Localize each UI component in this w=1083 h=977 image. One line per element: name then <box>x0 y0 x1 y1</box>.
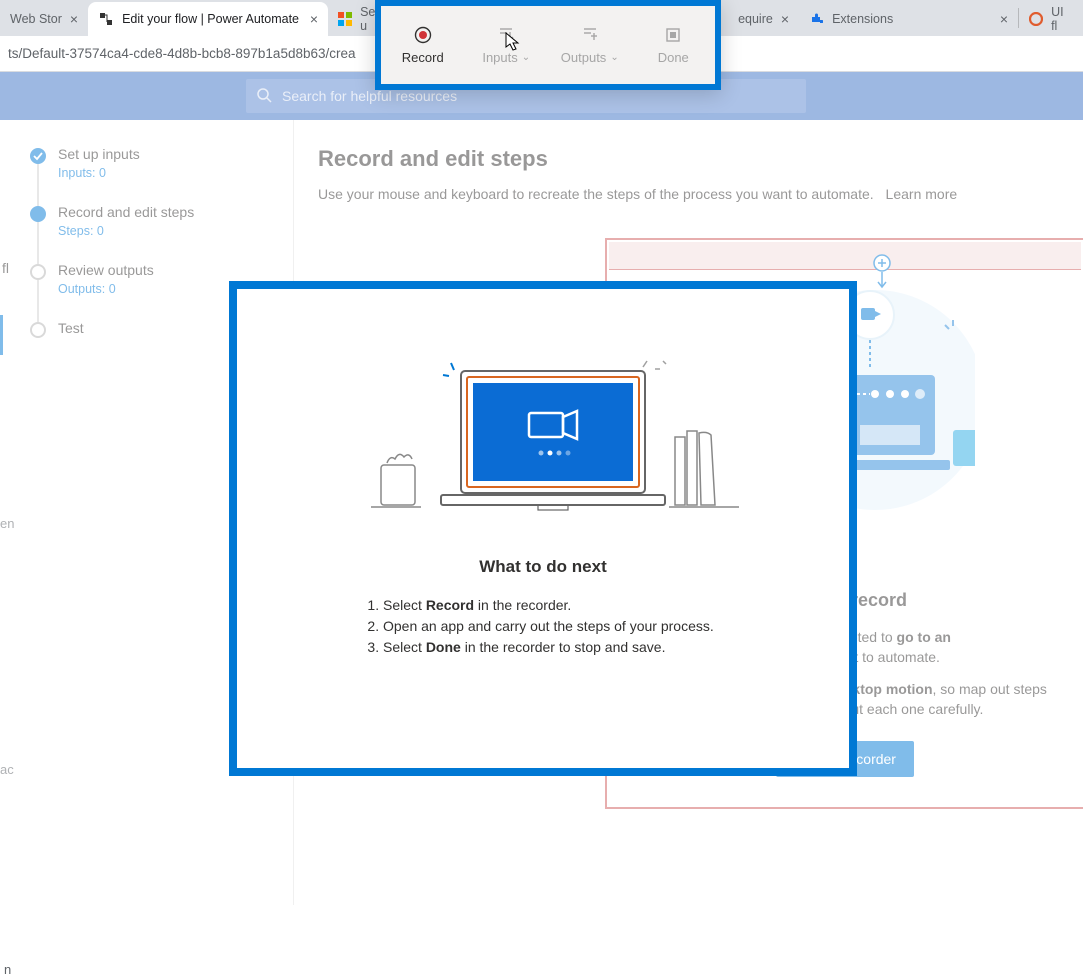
dot-icon <box>30 322 46 338</box>
close-icon[interactable]: × <box>70 11 78 27</box>
search-icon <box>256 87 272 106</box>
record-button[interactable]: Record <box>381 6 465 84</box>
sidebar-nav-clip: en <box>0 516 14 531</box>
tab-label: equire <box>738 12 773 26</box>
step-title: Review outputs <box>58 262 154 278</box>
page-description: Use your mouse and keyboard to recreate … <box>318 186 1059 202</box>
flow-icon <box>98 11 114 27</box>
tab-label: Edit your flow | Power Automate <box>122 12 299 26</box>
done-label: Done <box>658 50 689 65</box>
modal-step-3: Select Done in the recorder to stop and … <box>383 637 753 658</box>
close-icon[interactable]: × <box>781 11 789 27</box>
modal-illustration <box>263 315 823 535</box>
step-indicator-bar <box>0 315 3 355</box>
modal-step-1: Select Record in the recorder. <box>383 595 753 616</box>
step-title: Record and edit steps <box>58 204 194 220</box>
card-header-stripe <box>609 242 1081 270</box>
record-icon <box>414 26 432 44</box>
step-sub: Steps: 0 <box>58 224 194 238</box>
inputs-icon <box>497 26 515 44</box>
step-sub: Outputs: 0 <box>58 282 154 296</box>
close-icon[interactable]: × <box>310 11 318 27</box>
ms-icon <box>338 11 352 27</box>
chevron-down-icon: ⌄ <box>610 52 618 63</box>
sidebar-text-clip: fl <box>2 260 9 276</box>
dot-icon <box>30 206 46 222</box>
step-record-edit[interactable]: Record and edit steps Steps: 0 <box>30 204 293 262</box>
step-title: Test <box>58 320 84 336</box>
edge-icon <box>1029 11 1043 27</box>
tab-label: UI fl <box>1051 5 1069 33</box>
inputs-button[interactable]: Inputs ⌄ <box>465 6 549 84</box>
recorder-toolbar: Record Inputs⌄ Outputs⌄ Done <box>375 0 721 90</box>
tab-label: Web Stor <box>10 12 62 26</box>
page-title: Record and edit steps <box>318 146 1059 172</box>
step-title: Set up inputs <box>58 146 140 162</box>
outputs-button[interactable]: Outputs⌄ <box>548 6 632 84</box>
check-icon <box>30 148 46 164</box>
tab-ui-fl[interactable]: UI fl <box>1019 2 1079 36</box>
modal-step-2: Open an app and carry out the steps of y… <box>383 616 753 637</box>
tab-label: Extensions <box>832 12 893 26</box>
outputs-icon <box>581 26 599 44</box>
tab-extensions[interactable]: Extensions × <box>798 2 1018 36</box>
extension-icon <box>808 11 824 27</box>
tab-web-store[interactable]: Web Stor × <box>0 2 88 36</box>
outputs-label: Outputs <box>561 50 607 65</box>
close-icon[interactable]: × <box>1000 11 1008 27</box>
step-sub: Inputs: 0 <box>58 166 140 180</box>
modal-steps-list: Select Record in the recorder. Open an a… <box>263 595 823 658</box>
modal-heading: What to do next <box>263 557 823 577</box>
done-button[interactable]: Done <box>632 6 716 84</box>
sidebar-nav-clip3: n <box>4 962 11 977</box>
search-input[interactable] <box>282 88 796 104</box>
what-to-do-next-modal: What to do next Select Record in the rec… <box>229 281 857 776</box>
step-set-up-inputs[interactable]: Set up inputs Inputs: 0 <box>30 146 293 204</box>
stop-icon <box>664 26 682 44</box>
learn-more-link[interactable]: Learn more <box>886 186 958 202</box>
dot-icon <box>30 264 46 280</box>
inputs-label: Inputs <box>482 50 517 65</box>
tab-require[interactable]: equire × <box>728 2 798 36</box>
chevron-down-icon: ⌄ <box>522 52 530 63</box>
record-label: Record <box>402 50 444 65</box>
tab-edit-flow[interactable]: Edit your flow | Power Automate × <box>88 2 328 36</box>
address-text: ts/Default-37574ca4-cde8-4d8b-bcb8-897b1… <box>8 46 356 61</box>
sidebar-nav-clip2: ac <box>0 762 14 777</box>
